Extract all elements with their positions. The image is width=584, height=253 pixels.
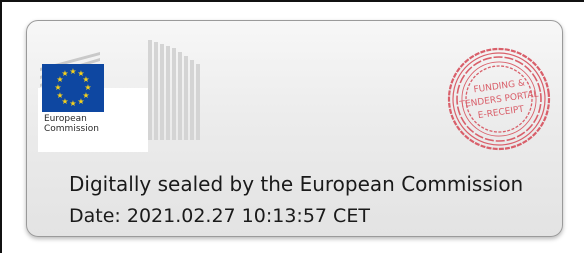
org-line-2: Commission — [44, 124, 99, 134]
svg-text:★: ★ — [61, 69, 68, 78]
e-receipt-stamp: FUNDING & TENDERS PORTAL E-RECEIPT — [437, 43, 561, 155]
svg-text:★: ★ — [54, 83, 61, 92]
org-line-1: European — [44, 114, 87, 124]
svg-text:★: ★ — [56, 91, 63, 100]
seal-card: ★ ★ ★ ★ ★ ★ ★ ★ ★ ★ ★ ★ European Commiss… — [26, 20, 563, 237]
svg-text:★: ★ — [69, 99, 76, 108]
svg-text:★: ★ — [77, 97, 84, 106]
seal-date-text: Date: 2021.02.27 10:13:57 CET — [69, 205, 370, 227]
sealed-by-text: Digitally sealed by the European Commiss… — [69, 172, 524, 196]
svg-text:★: ★ — [69, 67, 76, 76]
commission-building-icon: ★ ★ ★ ★ ★ ★ ★ ★ ★ ★ ★ ★ — [38, 40, 200, 152]
commission-name-label: European Commission — [44, 114, 124, 134]
european-commission-logo: ★ ★ ★ ★ ★ ★ ★ ★ ★ ★ ★ ★ European Commiss… — [38, 38, 218, 153]
